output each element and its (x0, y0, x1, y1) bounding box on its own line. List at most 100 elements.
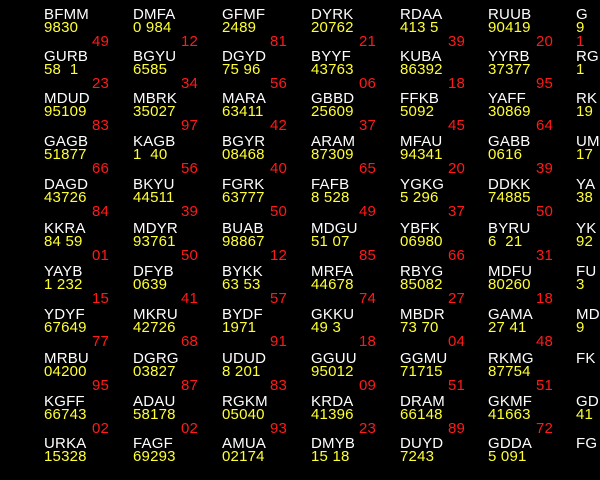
ticker-change: 91 (270, 333, 288, 350)
ticker-value: 90419 (488, 19, 531, 36)
ticker-value: 93761 (133, 233, 176, 250)
ticker-value: 63777 (222, 189, 265, 206)
ticker-cell: GKKU 49 3 18 (311, 307, 397, 350)
ticker-cell: KKRA 84 59 01 (44, 221, 130, 264)
ticker-value: 58178 (133, 406, 176, 423)
ticker-change: 41 (181, 290, 199, 307)
ticker-cell: GURB 58 1 23 (44, 49, 130, 92)
ticker-value: 41396 (311, 406, 354, 423)
ticker-value: 7243 (400, 448, 435, 465)
ticker-change: 02 (92, 420, 110, 437)
ticker-cell: FAFB 8 528 49 (311, 177, 397, 220)
ticker-change: 34 (181, 75, 199, 92)
ticker-cell: MRBU 04200 95 (44, 351, 130, 394)
ticker-value: 9830 (44, 19, 79, 36)
ticker-value: 30869 (488, 103, 531, 120)
ticker-change: 81 (270, 33, 288, 50)
ticker-cell: MDGU 51 07 85 (311, 221, 397, 264)
ticker-cell: MBDR 73 70 04 (400, 307, 486, 350)
ticker-change: 95 (536, 75, 554, 92)
ticker-cell: KAGB 1 40 56 (133, 134, 219, 177)
ticker-cell: G91 (576, 7, 600, 50)
ticker-value: 17 (576, 146, 594, 163)
ticker-change: 48 (536, 333, 554, 350)
ticker-value: 51 07 (311, 233, 350, 250)
ticker-cell: YAYB 1 232 15 (44, 264, 130, 307)
ticker-value: 0 984 (133, 19, 172, 36)
ticker-value: 6585 (133, 61, 168, 78)
ticker-value: 58 1 (44, 61, 79, 78)
ticker-value: 80260 (488, 276, 531, 293)
ticker-change: 12 (181, 33, 199, 50)
ticker-cell: DMFA 0 984 12 (133, 7, 219, 50)
ticker-value: 38 (576, 189, 594, 206)
ticker-symbol: FK (576, 350, 596, 367)
ticker-cell: MDUD 95109 83 (44, 91, 130, 134)
ticker-change: 09 (359, 377, 377, 394)
ticker-change: 51 (536, 377, 554, 394)
ticker-cell: BKYU 44511 39 (133, 177, 219, 220)
ticker-change: 02 (181, 420, 199, 437)
ticker-change: 42 (270, 117, 288, 134)
ticker-change: 84 (92, 203, 110, 220)
ticker-change: 83 (92, 117, 110, 134)
ticker-value: 74885 (488, 189, 531, 206)
ticker-value: 67649 (44, 319, 87, 336)
ticker-value: 1 232 (44, 276, 83, 293)
ticker-cell: BYKK 63 53 57 (222, 264, 308, 307)
ticker-change: 18 (536, 290, 554, 307)
ticker-cell: MDFU 80260 18 (488, 264, 574, 307)
ticker-cell: MKRU 42726 68 (133, 307, 219, 350)
ticker-value: 35027 (133, 103, 176, 120)
ticker-change: 27 (448, 290, 466, 307)
ticker-value: 63 53 (222, 276, 261, 293)
ticker-change: 18 (448, 75, 466, 92)
ticker-change: 93 (270, 420, 288, 437)
ticker-change: 83 (270, 377, 288, 394)
ticker-change: 87 (181, 377, 199, 394)
ticker-cell: YGKG 5 296 37 (400, 177, 486, 220)
ticker-cell: BYDF 1971 91 (222, 307, 308, 350)
ticker-value: 8 528 (311, 189, 350, 206)
ticker-cell: YAFF 30869 64 (488, 91, 574, 134)
ticker-cell: GABB 0616 39 (488, 134, 574, 177)
ticker-cell: DGRG 03827 87 (133, 351, 219, 394)
ticker-cell: BUAB 98867 12 (222, 221, 308, 264)
ticker-change: 20 (536, 33, 554, 50)
ticker-change: 23 (92, 75, 110, 92)
ticker-cell: KUBA 86392 18 (400, 49, 486, 92)
ticker-change: 12 (270, 247, 288, 264)
ticker-cell: GBBD 25609 37 (311, 91, 397, 134)
ticker-value: 1 40 (133, 146, 168, 163)
ticker-cell: UM 17 (576, 134, 600, 177)
ticker-change: 20 (448, 160, 466, 177)
ticker-change: 21 (359, 33, 377, 50)
ticker-change: 1 (576, 33, 585, 50)
ticker-value: 6 21 (488, 233, 523, 250)
ticker-cell: YBFK 06980 66 (400, 221, 486, 264)
ticker-cell: FGRK 63777 50 (222, 177, 308, 220)
ticker-cell: ADAU 58178 02 (133, 394, 219, 437)
ticker-change: 72 (536, 420, 554, 437)
ticker-cell: GAMA 27 41 48 (488, 307, 574, 350)
ticker-value: 63411 (222, 103, 264, 120)
ticker-value: 75 96 (222, 61, 261, 78)
ticker-value: 15 18 (311, 448, 350, 465)
ticker-value: 1971 (222, 319, 257, 336)
ticker-change: 50 (181, 247, 199, 264)
ticker-change: 56 (181, 160, 199, 177)
ticker-cell: MFAU 94341 20 (400, 134, 486, 177)
ticker-change: 40 (270, 160, 288, 177)
ticker-change: 37 (448, 203, 466, 220)
ticker-cell: BGYU 6585 34 (133, 49, 219, 92)
ticker-cell: BYRU 6 21 31 (488, 221, 574, 264)
ticker-change: 01 (92, 247, 110, 264)
ticker-cell: GAGB 51877 66 (44, 134, 130, 177)
ticker-value: 44511 (133, 189, 175, 206)
ticker-cell: GGMU 71715 51 (400, 351, 486, 394)
ticker-change: 64 (536, 117, 554, 134)
ticker-value: 0639 (133, 276, 168, 293)
ticker-value: 9 (576, 319, 585, 336)
ticker-change: 66 (448, 247, 466, 264)
ticker-change: 77 (92, 333, 110, 350)
